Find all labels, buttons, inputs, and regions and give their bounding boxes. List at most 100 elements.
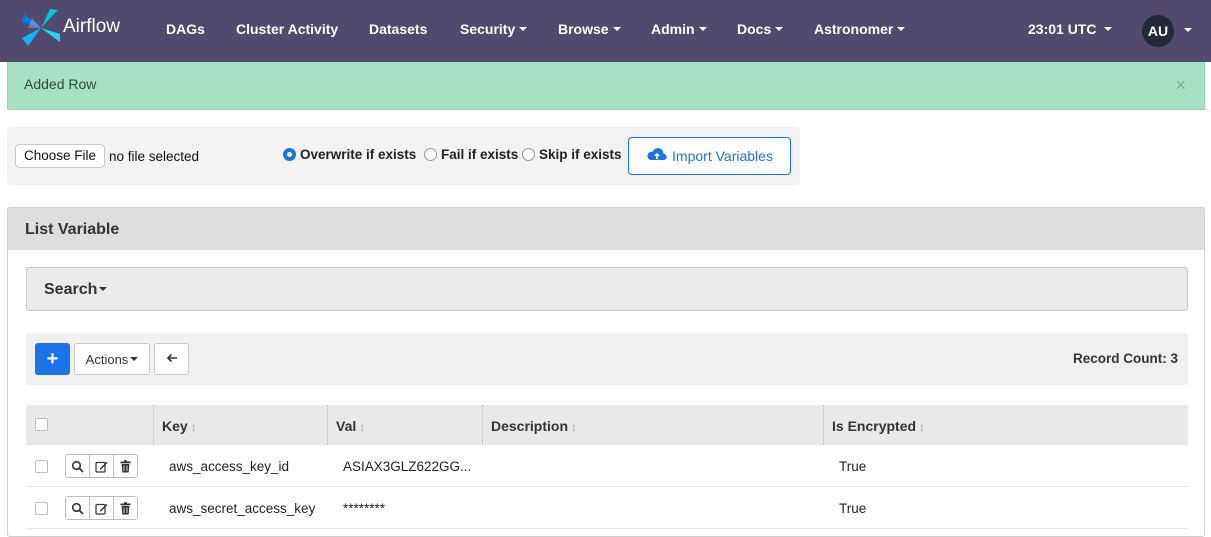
- caret-down-icon: [130, 357, 139, 361]
- column-key: Key ↕: [162, 418, 197, 434]
- actions-dropdown[interactable]: Actions: [74, 343, 150, 375]
- column-description: Description ↕: [491, 418, 577, 434]
- alert-message: Added Row: [24, 76, 97, 92]
- table-header: Key ↕ Val ↕ Description ↕ Is Encrypted ↕: [26, 405, 1188, 445]
- row-checkbox[interactable]: [35, 460, 48, 473]
- nav-datasets-label: Datasets: [369, 21, 428, 37]
- clock-label: 23:01 UTC: [1028, 21, 1097, 37]
- panel-title: List Variable: [25, 221, 120, 238]
- cloud-upload-icon: [646, 146, 672, 167]
- header-description[interactable]: Description ↕: [483, 405, 824, 445]
- row-checkbox[interactable]: [35, 502, 48, 515]
- nav-docs-menu[interactable]: Docs: [737, 21, 784, 37]
- add-record-button[interactable]: +: [35, 343, 70, 375]
- nav-security-menu[interactable]: Security: [460, 21, 528, 37]
- table-row: aws_access_key_id ASIAX3GLZ622GG... True: [26, 445, 1188, 487]
- edit-icon[interactable]: [89, 496, 114, 520]
- search-label: Search: [44, 281, 98, 298]
- radio-fail-if-exists[interactable]: Fail if exists: [424, 147, 518, 162]
- search-toggle[interactable]: Search: [44, 281, 108, 299]
- nav-admin-menu[interactable]: Admin: [651, 21, 707, 37]
- nav-dags-label: DAGs: [166, 21, 205, 37]
- nav-browse-label: Browse: [558, 21, 609, 37]
- column-key-label: Key: [162, 418, 188, 434]
- cell-key: aws_access_key_id: [169, 459, 290, 474]
- nav-docs-label: Docs: [737, 21, 772, 37]
- cell-is-encrypted: True: [839, 501, 867, 516]
- row-action-buttons: [65, 454, 138, 478]
- actions-label: Actions: [85, 351, 129, 367]
- sort-icon: ↕: [919, 420, 926, 434]
- caret-down-icon: [1104, 27, 1113, 31]
- search-panel[interactable]: Search: [26, 267, 1188, 311]
- top-navbar: Airflow DAGs Cluster Activity Datasets S…: [0, 0, 1211, 62]
- caret-down-icon: [775, 27, 784, 31]
- column-is-encrypted: Is Encrypted ↕: [832, 418, 925, 434]
- search-icon[interactable]: [65, 454, 90, 478]
- list-toolbar: + Actions Record Count: 3: [26, 333, 1188, 385]
- import-variables-form: Choose File no file selected Overwrite i…: [7, 127, 800, 185]
- nav-astronomer-menu[interactable]: Astronomer: [814, 21, 906, 37]
- sort-icon: ↕: [571, 420, 578, 434]
- radio-label: Skip if exists: [539, 147, 622, 162]
- import-variables-button[interactable]: Import Variables: [628, 137, 791, 175]
- table-row: aws_secret_access_key ******** True: [26, 487, 1188, 529]
- user-avatar[interactable]: AU: [1142, 15, 1174, 47]
- caret-down-icon: [698, 27, 707, 31]
- nav-dags[interactable]: DAGs: [166, 21, 205, 37]
- radio-button[interactable]: [522, 148, 535, 161]
- cell-key: aws_secret_access_key: [169, 501, 316, 516]
- nav-astronomer-label: Astronomer: [814, 21, 894, 37]
- radio-label: Fail if exists: [441, 147, 519, 162]
- header-key[interactable]: Key ↕: [154, 405, 328, 445]
- radio-overwrite-if-exists[interactable]: Overwrite if exists: [283, 147, 416, 162]
- arrow-left-icon: [166, 351, 178, 367]
- select-all-checkbox[interactable]: [35, 418, 48, 431]
- sort-icon: ↕: [190, 420, 197, 434]
- column-val: Val ↕: [336, 418, 365, 434]
- radio-button[interactable]: [424, 148, 437, 161]
- edit-icon[interactable]: [89, 454, 114, 478]
- file-status-text: no file selected: [109, 149, 200, 164]
- brand[interactable]: Airflow: [20, 8, 120, 51]
- nav-cluster-activity-label: Cluster Activity: [236, 21, 339, 37]
- list-variable-panel: List Variable Search + Actions Record Co…: [7, 207, 1205, 537]
- airflow-logo-icon: [20, 8, 62, 51]
- header-is-encrypted[interactable]: Is Encrypted ↕: [824, 405, 1188, 445]
- panel-header: List Variable: [8, 208, 1204, 250]
- header-select-cell: [26, 405, 154, 445]
- column-description-label: Description: [491, 418, 569, 434]
- radio-skip-if-exists[interactable]: Skip if exists: [522, 147, 622, 162]
- caret-down-icon: [897, 27, 906, 31]
- success-alert: Added Row ×: [7, 62, 1205, 110]
- trash-icon[interactable]: [113, 496, 138, 520]
- caret-down-icon: [519, 27, 528, 31]
- sort-icon: ↕: [359, 420, 366, 434]
- nav-browse-menu[interactable]: Browse: [558, 21, 621, 37]
- user-menu-caret-icon[interactable]: [1184, 28, 1192, 32]
- radio-label: Overwrite if exists: [300, 147, 417, 162]
- column-is-encrypted-label: Is Encrypted: [832, 418, 917, 434]
- caret-down-icon: [612, 27, 621, 31]
- search-icon[interactable]: [65, 496, 90, 520]
- cell-val: ********: [343, 501, 386, 516]
- row-action-buttons: [65, 496, 138, 520]
- nav-admin-label: Admin: [651, 21, 695, 37]
- cell-val: ASIAX3GLZ622GG...: [343, 459, 472, 474]
- header-val[interactable]: Val ↕: [328, 405, 483, 445]
- nav-security-label: Security: [460, 21, 516, 37]
- back-button[interactable]: [154, 343, 189, 375]
- column-val-label: Val: [336, 418, 357, 434]
- choose-file-button[interactable]: Choose File: [15, 144, 106, 168]
- nav-datasets[interactable]: Datasets: [369, 21, 427, 37]
- brand-name: Airflow: [63, 15, 121, 37]
- record-count: Record Count: 3: [1072, 351, 1178, 366]
- utc-clock-menu[interactable]: 23:01 UTC: [1028, 21, 1113, 37]
- nav-cluster-activity[interactable]: Cluster Activity: [236, 21, 338, 37]
- import-button-label: Import Variables: [672, 148, 773, 164]
- cell-is-encrypted: True: [839, 459, 867, 474]
- radio-button-checked[interactable]: [283, 148, 296, 161]
- close-icon[interactable]: ×: [1175, 76, 1186, 94]
- caret-down-icon: [99, 287, 108, 291]
- trash-icon[interactable]: [113, 454, 138, 478]
